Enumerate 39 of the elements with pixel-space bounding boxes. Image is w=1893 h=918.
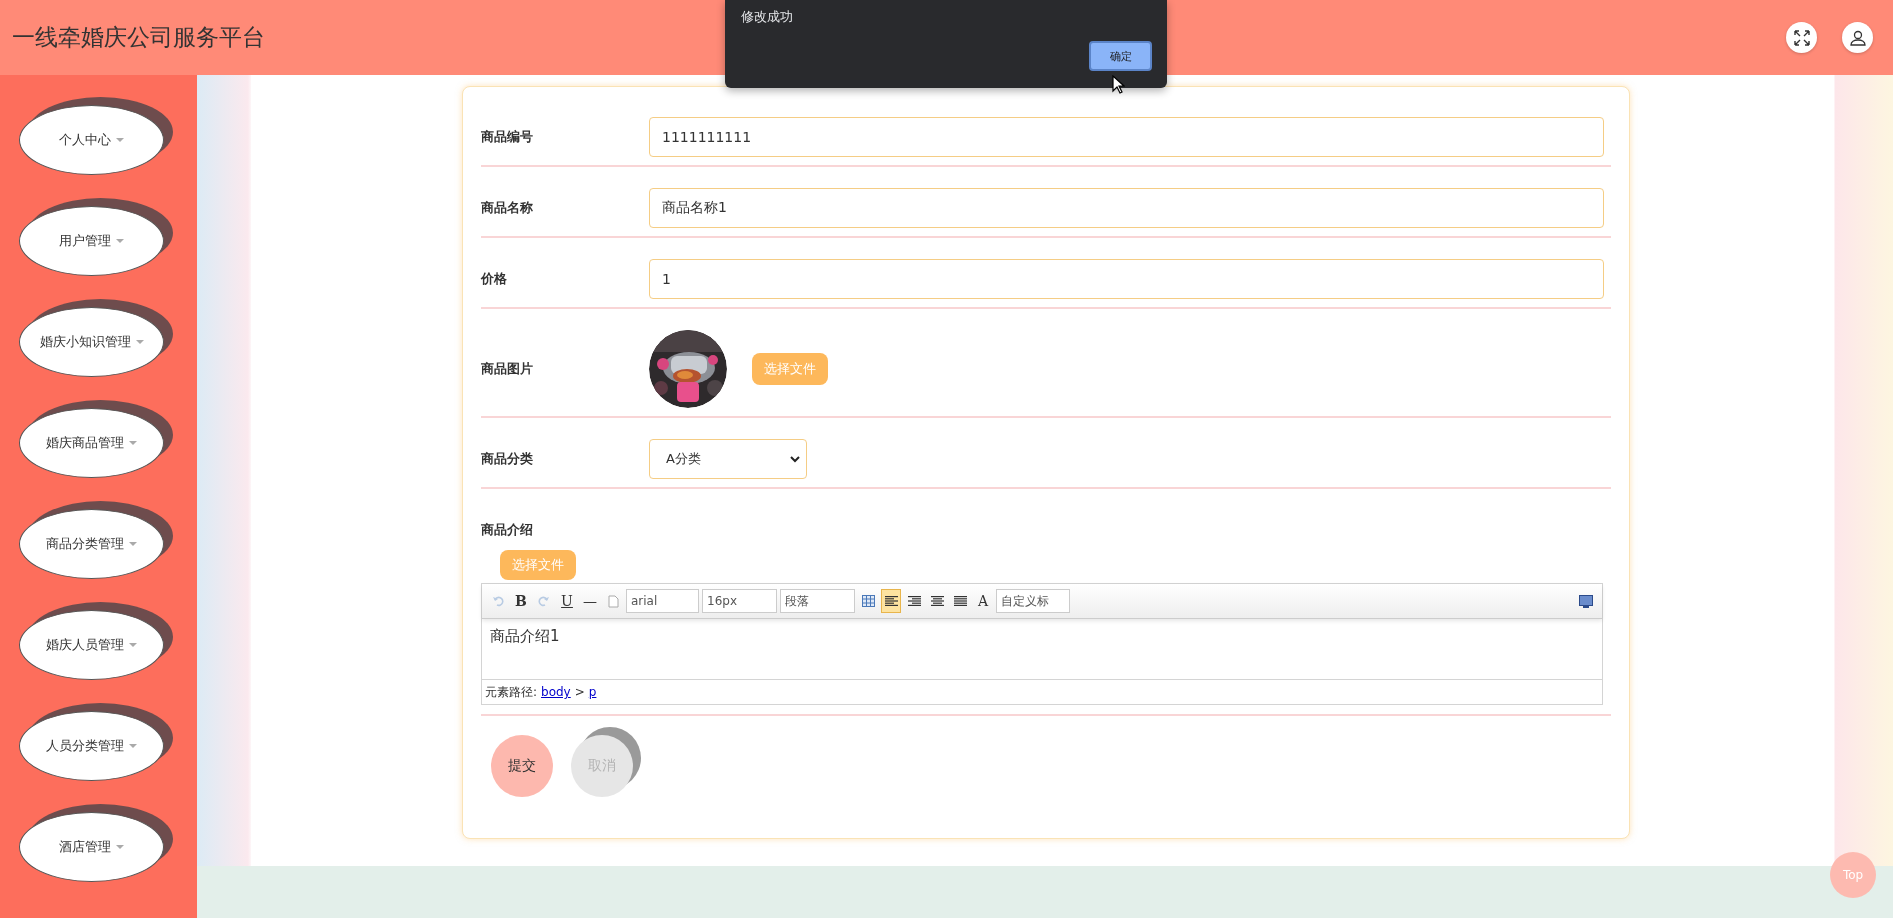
chevron-icon: [790, 455, 800, 463]
submit-button[interactable]: 提交: [491, 735, 553, 797]
path-link[interactable]: body: [541, 685, 571, 699]
caret-icon: [129, 744, 137, 748]
paragraph-dropdown[interactable]: 段落: [780, 589, 855, 613]
user-icon[interactable]: [1842, 22, 1873, 53]
heading-dropdown[interactable]: 自定义标: [996, 589, 1070, 613]
fullscreen-icon[interactable]: [1786, 22, 1817, 53]
field-label: 商品介绍: [481, 521, 534, 539]
horizontal-rule-button[interactable]: —: [580, 589, 600, 613]
caret-icon: [129, 441, 137, 445]
input-field[interactable]: 1: [649, 259, 1604, 299]
element-path-label: 元素路径:: [485, 683, 538, 701]
font-color-button[interactable]: A: [973, 589, 993, 613]
size-dropdown[interactable]: 16px: [702, 589, 777, 613]
field-label: 商品分类: [481, 450, 534, 468]
underline-button[interactable]: U: [557, 589, 577, 613]
bold-button[interactable]: B: [511, 589, 531, 613]
editor-text[interactable]: 商品介绍1: [482, 619, 1602, 680]
app-title: 一线牵婚庆公司服务平台: [12, 23, 265, 52]
caret-icon: [116, 845, 124, 849]
path-separator: >: [574, 685, 585, 699]
caret-icon: [129, 542, 137, 546]
dialog-message: 修改成功: [741, 8, 793, 26]
input-field[interactable]: 1111111111: [649, 117, 1604, 157]
align-icon[interactable]: [881, 589, 901, 613]
field-label: 商品编号: [481, 128, 534, 146]
path-link[interactable]: p: [588, 685, 597, 699]
field-label: 价格: [481, 270, 508, 288]
category-select[interactable]: A分类: [649, 439, 807, 479]
caret-icon: [116, 138, 124, 142]
ok-button[interactable]: 确定: [1089, 41, 1152, 71]
caret-icon: [135, 340, 144, 344]
field-label: 商品图片: [481, 360, 534, 378]
caret-icon: [116, 239, 124, 243]
input-field[interactable]: 商品名称1: [649, 188, 1604, 228]
field-label: 商品名称: [481, 199, 534, 217]
font-dropdown[interactable]: arial: [626, 589, 699, 613]
caret-icon: [129, 643, 137, 647]
